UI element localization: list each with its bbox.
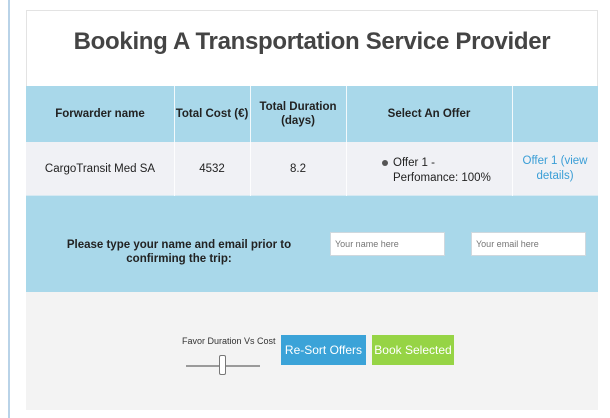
header-total-cost: Total Cost (€) [175, 108, 249, 120]
resort-offers-button[interactable]: Re-Sort Offers [281, 335, 366, 365]
header-empty [512, 86, 598, 142]
total-cost-cell: 4532 [199, 162, 225, 175]
offer-radio-option[interactable]: Offer 1 - Perfomance: 100% [346, 142, 512, 195]
offers-table: Forwarder name Total Cost (€) Total Dura… [26, 86, 598, 196]
name-input[interactable] [330, 232, 445, 256]
confirm-prompt: Please type your name and email prior to… [66, 239, 292, 265]
offer-details-cell: Offer 1 (view details) [512, 142, 598, 195]
radio-selected-icon[interactable] [382, 160, 388, 166]
book-selected-button[interactable]: Book Selected [372, 335, 454, 365]
header-total-duration: Total Duration (days) [259, 101, 337, 127]
actions-section: Favor Duration Vs Cost Re-Sort Offers Bo… [26, 292, 598, 410]
slider-label: Favor Duration Vs Cost [182, 336, 276, 346]
email-input[interactable] [471, 232, 586, 256]
page-title: Booking A Transportation Service Provide… [73, 28, 551, 55]
column-divider [174, 86, 175, 196]
total-duration-cell: 8.2 [290, 162, 306, 175]
header-select-offer: Select An Offer [387, 108, 471, 120]
slider-handle[interactable] [219, 355, 226, 375]
offer-label: Offer 1 - Perfomance: 100% [393, 157, 491, 184]
column-divider [512, 86, 513, 196]
page-left-border [8, 0, 10, 418]
forwarder-name-cell: CargoTransit Med SA [44, 162, 156, 175]
column-divider [346, 86, 347, 196]
header-forwarder-name: Forwarder name [55, 108, 145, 120]
confirm-trip-section: Please type your name and email prior to… [26, 196, 598, 292]
view-offer-details-link[interactable]: Offer 1 (view details) [523, 154, 588, 184]
column-divider [250, 86, 251, 196]
